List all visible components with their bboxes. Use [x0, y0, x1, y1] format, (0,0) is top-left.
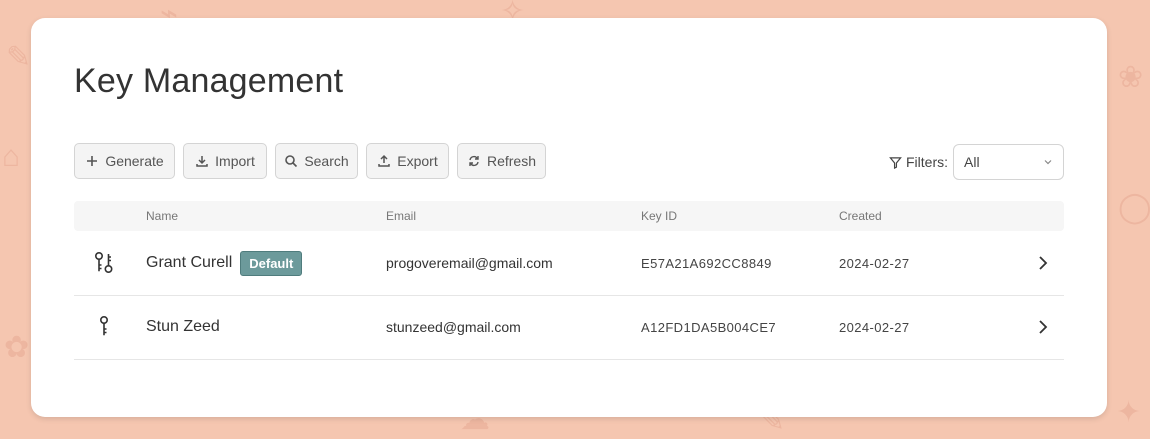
doodle-icon: ◯ — [1118, 191, 1150, 224]
search-icon — [285, 155, 298, 168]
refresh-button[interactable]: Refresh — [457, 143, 546, 179]
column-header-created: Created — [839, 209, 882, 223]
import-button[interactable]: Import — [183, 143, 267, 179]
filter-select[interactable]: All — [953, 144, 1064, 180]
key-management-card: Key Management Generate Import Search Ex… — [31, 18, 1107, 417]
column-header-name: Name — [146, 209, 179, 223]
table-row[interactable]: Stun Zeed stunzeed@gmail.com A12FD1DA5B0… — [74, 295, 1064, 360]
refresh-icon — [469, 155, 479, 167]
key-id-cell: E57A21A692CC8849 — [641, 255, 772, 271]
name-cell: Grant Curell Default — [146, 231, 303, 295]
key-id-cell: A12FD1DA5B004CE7 — [641, 319, 777, 335]
column-header-email: Email — [386, 209, 417, 223]
plus-icon — [87, 156, 98, 166]
email-cell: progoveremail@gmail.com — [386, 255, 553, 271]
doodle-icon: ✎ — [6, 41, 32, 74]
doodle-icon: ⌂ — [2, 140, 21, 173]
export-label: Export — [397, 153, 438, 169]
column-header-key-id: Key ID — [641, 209, 678, 223]
filters-label: Filters: — [906, 154, 948, 170]
name-cell: Stun Zeed — [146, 295, 220, 359]
doodle-icon: ✿ — [4, 331, 30, 364]
page-title: Key Management — [74, 62, 344, 100]
filter-icon — [889, 156, 902, 169]
filters: Filters: All — [889, 143, 1064, 181]
chevron-right-icon[interactable] — [1034, 253, 1052, 273]
filter-selected-value: All — [964, 154, 980, 170]
export-button[interactable]: Export — [366, 143, 449, 179]
table-header: Name Email Key ID Created — [74, 201, 1064, 231]
key-owner-name: Stun Zeed — [146, 318, 220, 335]
import-label: Import — [215, 153, 255, 169]
download-icon — [196, 156, 208, 167]
created-cell: 2024-02-27 — [839, 255, 910, 271]
doodle-icon: ❀ — [1118, 61, 1144, 94]
key-owner-name: Grant Curell — [146, 254, 233, 271]
email-cell: stunzeed@gmail.com — [386, 319, 521, 335]
search-button[interactable]: Search — [275, 143, 358, 179]
table-row[interactable]: Grant Curell Default progoveremail@gmail… — [74, 231, 1064, 296]
generate-label: Generate — [105, 153, 164, 169]
doodle-icon: ✦ — [1116, 396, 1142, 429]
created-cell: 2024-02-27 — [839, 319, 910, 335]
key-icon — [94, 295, 114, 359]
chevron-right-icon[interactable] — [1034, 317, 1052, 337]
chevron-down-icon — [1044, 160, 1052, 165]
generate-button[interactable]: Generate — [74, 143, 175, 179]
upload-icon — [378, 154, 391, 167]
keypair-icon — [94, 231, 114, 295]
search-label: Search — [304, 153, 349, 169]
filters-label-group: Filters: — [889, 154, 948, 170]
default-badge: Default — [240, 250, 303, 276]
refresh-label: Refresh — [486, 153, 537, 169]
